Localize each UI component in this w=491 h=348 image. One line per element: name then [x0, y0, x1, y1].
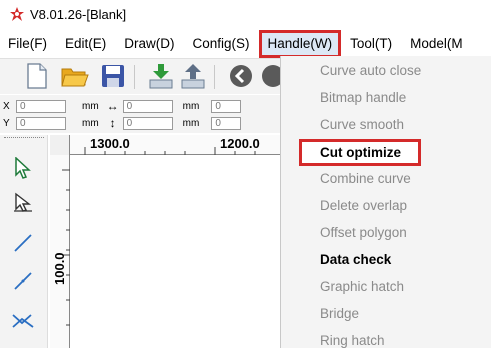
- x-input[interactable]: 0: [16, 99, 66, 113]
- menu-model[interactable]: Model(M: [401, 30, 472, 58]
- y-extra-input[interactable]: 0: [211, 116, 242, 130]
- handle-menu-dropdown: Curve auto close Bitmap handle Curve smo…: [280, 56, 491, 348]
- open-folder-icon[interactable]: [60, 61, 90, 91]
- width-arrow-icon[interactable]: ↔: [105, 99, 121, 113]
- y-unit: mm: [82, 117, 99, 129]
- menu-item-offset-polygon[interactable]: Offset polygon: [281, 219, 491, 246]
- menu-item-delete-overlap[interactable]: Delete overlap: [281, 192, 491, 219]
- select-arrow-icon[interactable]: [8, 153, 38, 183]
- menu-item-data-check[interactable]: Data check: [281, 246, 491, 273]
- import-icon[interactable]: [146, 61, 176, 91]
- y-input[interactable]: 0: [16, 116, 66, 130]
- height-arrow-icon[interactable]: ↕: [105, 116, 121, 130]
- ruler-ticks: [84, 147, 256, 155]
- polyline-tool-icon[interactable]: [8, 266, 38, 296]
- toolbar-separator: [214, 65, 215, 89]
- back-icon[interactable]: [226, 61, 256, 91]
- new-file-icon[interactable]: [22, 61, 52, 91]
- app-logo-icon: [8, 5, 26, 23]
- menu-item-bridge[interactable]: Bridge: [281, 300, 491, 327]
- toolbar-separator: [134, 65, 135, 89]
- x-unit: mm: [82, 100, 99, 112]
- menu-item-bitmap-handle[interactable]: Bitmap handle: [281, 84, 491, 111]
- height-input[interactable]: 0: [122, 116, 173, 130]
- menu-tool[interactable]: Tool(T): [341, 30, 401, 58]
- menu-item-combine-curve[interactable]: Combine curve: [281, 165, 491, 192]
- ruler-label-v1: 100.0: [52, 252, 67, 285]
- menu-item-curve-smooth[interactable]: Curve smooth: [281, 111, 491, 138]
- width-unit: mm: [182, 100, 200, 112]
- drawing-canvas[interactable]: [70, 155, 280, 348]
- save-icon[interactable]: [98, 61, 128, 91]
- width-input[interactable]: 0: [122, 99, 173, 113]
- menu-item-graphic-hatch[interactable]: Graphic hatch: [281, 273, 491, 300]
- title-bar: V8.01.26-[Blank]: [0, 0, 491, 28]
- x-extra-input[interactable]: 0: [211, 99, 242, 113]
- ruler-corner: [50, 135, 70, 155]
- menu-config[interactable]: Config(S): [184, 30, 259, 58]
- menu-bar: File(F) Edit(E) Draw(D) Config(S) Handle…: [0, 30, 491, 58]
- x-label: X: [3, 100, 10, 112]
- menu-item-ring-hatch[interactable]: Ring hatch: [281, 327, 491, 348]
- node-edit-icon[interactable]: [8, 187, 38, 217]
- menu-item-curve-auto-close[interactable]: Curve auto close: [281, 57, 491, 84]
- height-unit: mm: [182, 117, 200, 129]
- window-title: V8.01.26-[Blank]: [30, 6, 127, 22]
- y-label: Y: [3, 117, 10, 129]
- curve-tool-icon[interactable]: [8, 305, 38, 335]
- left-toolbox: [0, 135, 48, 348]
- menu-item-cut-optimize[interactable]: Cut optimize: [299, 139, 421, 166]
- export-icon[interactable]: [178, 61, 208, 91]
- line-tool-icon[interactable]: [8, 228, 38, 258]
- toolbox-grip: [4, 137, 44, 141]
- horizontal-ruler: 1300.0 1200.0: [50, 135, 280, 155]
- y-row: Y 0 mm ↕ 0 mm 0: [0, 115, 242, 131]
- menu-edit[interactable]: Edit(E): [56, 30, 115, 58]
- x-row: X 0 mm ↔ 0 mm 0: [0, 98, 242, 114]
- menu-handle[interactable]: Handle(W): [258, 30, 342, 58]
- menu-file[interactable]: File(F): [0, 30, 56, 58]
- menu-draw[interactable]: Draw(D): [115, 30, 183, 58]
- coordinate-panel: X 0 mm ↔ 0 mm 0 Y 0 mm ↕ 0 mm 0: [0, 95, 300, 133]
